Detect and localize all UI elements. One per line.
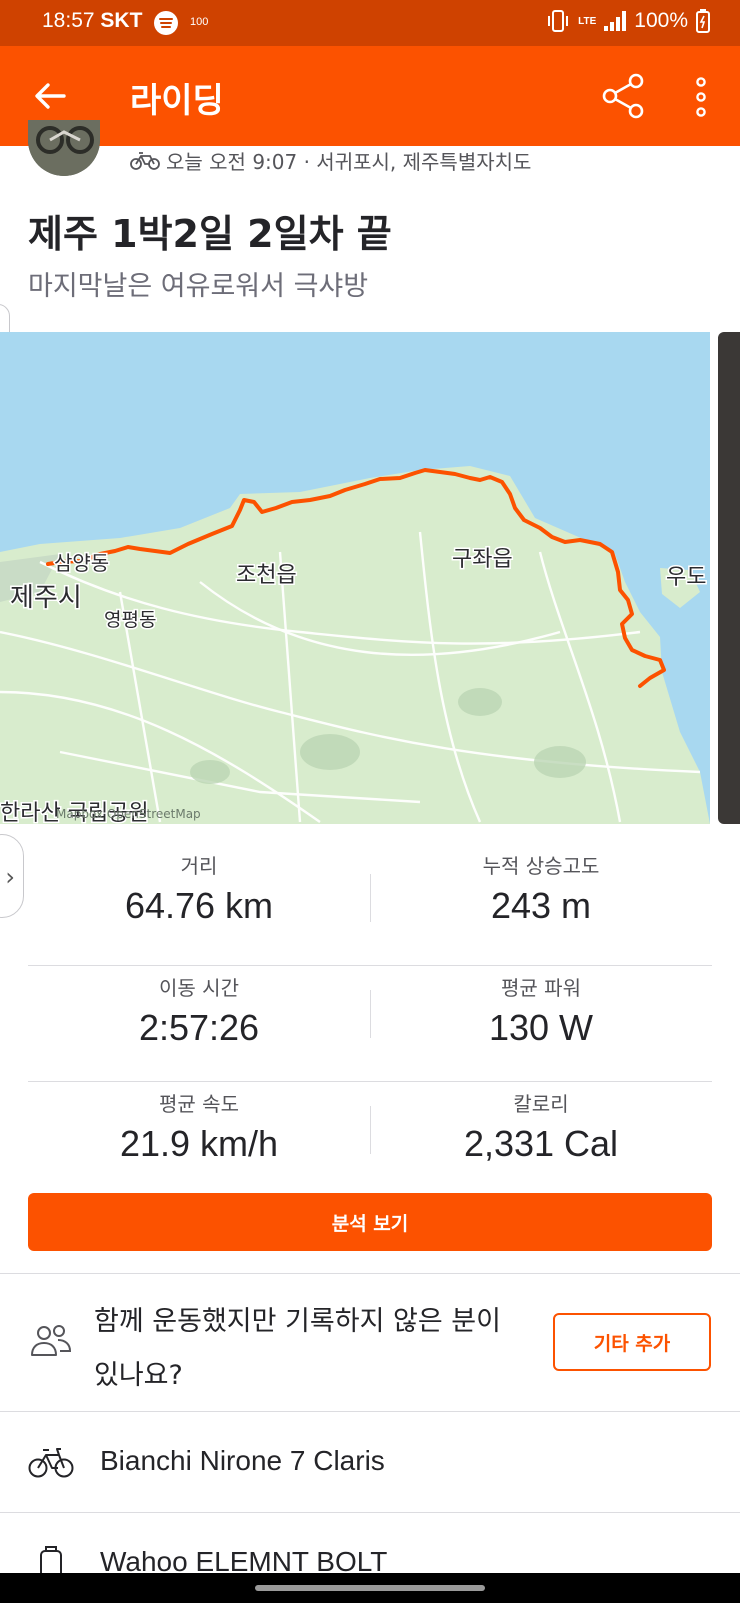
stat-value: 2,331 Cal bbox=[463, 1123, 619, 1164]
more-vert-icon[interactable] bbox=[690, 74, 712, 120]
stat-value: 243 m bbox=[490, 885, 592, 926]
next-photo-thumbnail[interactable] bbox=[718, 332, 740, 824]
battery-icon bbox=[696, 9, 710, 33]
stats-row: 거리 64.76 km 누적 상승고도 243 m bbox=[28, 850, 712, 966]
activity-description: 마지막날은 여유로워서 극샤방 bbox=[28, 271, 369, 302]
stat-elevation: 누적 상승고도 243 m bbox=[370, 850, 712, 927]
page-title: 라이딩 bbox=[130, 81, 224, 121]
app-bar: 라이딩 bbox=[0, 46, 740, 146]
map-label-samyang: 삼양동 bbox=[54, 551, 109, 575]
stat-label: 칼로리 bbox=[513, 1092, 569, 1116]
gear-bike-row[interactable]: Bianchi Nirone 7 Claris bbox=[0, 1412, 740, 1512]
view-analysis-button[interactable]: 분석 보기 bbox=[28, 1193, 712, 1251]
activity-meta-text: 오늘 오전 9:07 · 서귀포시, 제주특별자치도 bbox=[166, 150, 532, 174]
activity-meta: 오늘 오전 9:07 · 서귀포시, 제주특별자치도 bbox=[130, 146, 531, 175]
stat-value: 2:57:26 bbox=[138, 1007, 260, 1048]
stat-value: 64.76 km bbox=[124, 885, 274, 926]
map-label-yeongpyeong: 영평동 bbox=[104, 609, 156, 631]
map-label-gujwa: 구좌읍 bbox=[452, 547, 513, 572]
system-nav-bar bbox=[0, 1573, 740, 1603]
stat-moving-time: 이동 시간 2:57:26 bbox=[28, 966, 370, 1049]
status-time: 18:57 SKT bbox=[42, 9, 143, 32]
spotify-icon bbox=[154, 11, 178, 35]
expand-side-button[interactable]: › bbox=[0, 834, 24, 918]
chevron-right-icon: › bbox=[5, 863, 15, 891]
arrow-left-icon[interactable] bbox=[30, 76, 70, 116]
add-others-text: 함께 운동했지만 기록하지 않은 분이 있나요? bbox=[94, 1306, 501, 1391]
bike-icon bbox=[28, 1448, 74, 1478]
bike-icon bbox=[130, 151, 160, 170]
route-map[interactable]: 삼양동 제주시 영평동 조천읍 구좌읍 우도 한라산 국립공원 Mapbox O… bbox=[0, 332, 710, 824]
notification-count: 100 bbox=[190, 16, 209, 28]
stat-avg-speed: 평균 속도 21.9 km/h bbox=[28, 1082, 370, 1165]
stat-value: 130 W bbox=[488, 1007, 594, 1048]
avatar[interactable] bbox=[28, 120, 100, 176]
stat-label: 이동 시간 bbox=[159, 976, 239, 1000]
add-others-section: 함께 운동했지만 기록하지 않은 분이 있나요? 기타 추가 bbox=[0, 1275, 740, 1410]
vibrate-icon bbox=[548, 10, 569, 32]
gear-bike-name: Bianchi Nirone 7 Claris bbox=[100, 1445, 385, 1476]
signal-icon bbox=[604, 11, 627, 31]
map-label-jeju-city: 제주시 bbox=[10, 583, 82, 613]
stats-row: 이동 시간 2:57:26 평균 파워 130 W bbox=[28, 966, 712, 1082]
share-icon[interactable] bbox=[600, 72, 648, 120]
stat-calories: 칼로리 2,331 Cal bbox=[370, 1082, 712, 1165]
stat-label: 거리 bbox=[180, 854, 218, 878]
divider bbox=[0, 1273, 740, 1274]
stat-avg-power: 평균 파워 130 W bbox=[370, 966, 712, 1049]
battery-percent: 100% bbox=[634, 9, 688, 32]
map-label-udo: 우도 bbox=[666, 565, 706, 590]
people-icon bbox=[31, 1325, 72, 1356]
home-gesture-pill[interactable] bbox=[255, 1585, 485, 1591]
stats-row: 평균 속도 21.9 km/h 칼로리 2,331 Cal bbox=[28, 1082, 712, 1198]
stats-grid: 거리 64.76 km 누적 상승고도 243 m 이동 시간 2:57:26 평균 … bbox=[28, 850, 712, 1198]
stat-distance: 거리 64.76 km bbox=[28, 850, 370, 927]
map-attribution: Mapbox OpenStreetMap bbox=[56, 807, 201, 821]
stat-value: 21.9 km/h bbox=[119, 1123, 279, 1164]
lte-label: LTE bbox=[578, 15, 597, 27]
status-bar: 18:57 SKT 100 LTE 100% bbox=[0, 0, 740, 46]
map-label-jocheon: 조천읍 bbox=[236, 563, 297, 588]
status-right: LTE 100% bbox=[546, 9, 710, 33]
add-others-button[interactable]: 기타 추가 bbox=[553, 1313, 711, 1371]
activity-title: 제주 1박2일 2일차 끝 bbox=[28, 212, 392, 256]
stat-label: 누적 상승고도 bbox=[482, 854, 600, 878]
stat-label: 평균 속도 bbox=[159, 1092, 239, 1116]
stat-label: 평균 파워 bbox=[501, 976, 581, 1000]
